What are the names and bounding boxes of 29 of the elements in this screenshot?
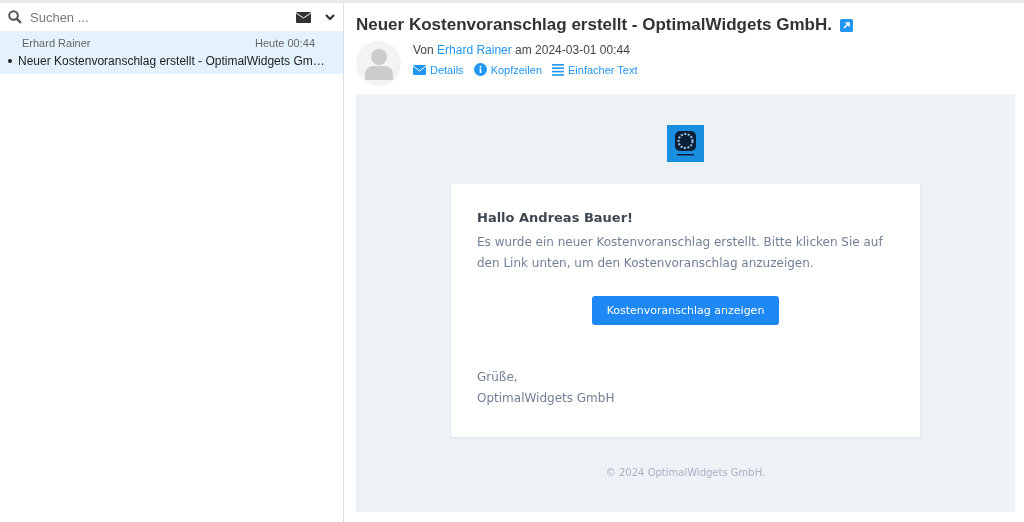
lines-icon bbox=[552, 63, 564, 76]
sender-link[interactable]: Erhard Rainer bbox=[437, 43, 512, 57]
search-field[interactable]: Suchen ... bbox=[28, 8, 290, 26]
chevron-down-icon[interactable] bbox=[325, 13, 335, 21]
link-label: Kopfzeilen bbox=[490, 63, 542, 76]
sender-line: Von Erhard Rainer am 2024-03-01 00:44 bbox=[413, 43, 631, 57]
footer-text: © 2024 OptimalWidgets GmbH. bbox=[605, 467, 766, 478]
body-text: Es wurde ein neuer Kostenvoranschlag erstellt. Bitte klicken Sie auf den Link unten, um den Kostenvoranschlag anzuzeigen. bbox=[477, 234, 884, 272]
message-title: Neuer Kostenvoranschlag erstellt - OptimalWidgets GmbH. bbox=[356, 15, 832, 35]
search-icon bbox=[8, 10, 22, 24]
link-label: Einfacher Text bbox=[568, 63, 638, 76]
info-icon bbox=[473, 63, 487, 76]
view-quote-button[interactable]: Kostenvoranschlag anzeigen bbox=[591, 296, 780, 325]
details-link[interactable]: Details bbox=[413, 63, 464, 76]
closing: Grüße, bbox=[477, 369, 519, 386]
plain-link[interactable]: Einfacher Text bbox=[552, 63, 638, 76]
avatar bbox=[356, 41, 401, 86]
signature: OptimalWidgets GmbH bbox=[477, 390, 616, 407]
sender-name: Erhard Rainer bbox=[22, 37, 91, 49]
envelope-icon bbox=[413, 64, 426, 75]
external-link-icon[interactable] bbox=[839, 18, 853, 32]
envelope-icon[interactable] bbox=[296, 11, 311, 23]
company-logo-icon bbox=[667, 125, 704, 162]
message-subject: Neuer Kostenvoranschlag erstellt - OptimalWidgets Gm… bbox=[18, 54, 325, 68]
headers-link[interactable]: Kopfzeilen bbox=[473, 63, 542, 76]
greeting: Hallo Andreas Bauer! bbox=[477, 210, 634, 225]
message-time: Heute 00:44 bbox=[255, 37, 315, 49]
link-label: Details bbox=[430, 63, 464, 76]
message-item[interactable]: Erhard Rainer Heute 00:44 Neuer Kostenvoranschlag erstellt - OptimalWidgets Gm… bbox=[0, 32, 343, 74]
